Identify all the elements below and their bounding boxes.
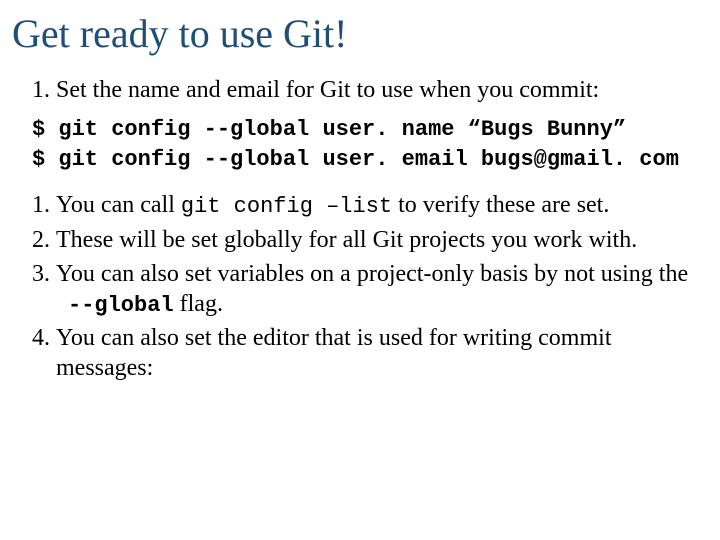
slide: Get ready to use Git! Set the name and e… <box>0 0 720 540</box>
code-line-2: $ git config --global user. email bugs@g… <box>32 147 679 172</box>
point-3-text-a: You can also set variables on a project-… <box>56 261 688 287</box>
intro-item-1: Set the name and email for Git to use wh… <box>56 75 708 105</box>
point-4: You can also set the editor that is used… <box>56 323 708 383</box>
intro-list: Set the name and email for Git to use wh… <box>12 75 708 105</box>
point-3-code: --global <box>68 293 174 318</box>
point-3-line2: --global flag. <box>68 289 708 320</box>
points-list: You can call git config –list to verify … <box>12 190 708 383</box>
point-1-text-a: You can call <box>56 192 181 218</box>
slide-title: Get ready to use Git! <box>12 10 708 57</box>
point-1-code: git config –list <box>181 194 392 219</box>
point-1-text-b: to verify these are set. <box>392 192 609 218</box>
code-line-1: $ git config --global user. name “Bugs B… <box>32 117 626 142</box>
point-3: You can also set variables on a project-… <box>56 259 708 320</box>
point-3-text-b: flag. <box>174 291 223 317</box>
point-1: You can call git config –list to verify … <box>56 190 708 221</box>
code-block: $ git config --global user. name “Bugs B… <box>32 115 708 174</box>
point-2: These will be set globally for all Git p… <box>56 225 708 255</box>
